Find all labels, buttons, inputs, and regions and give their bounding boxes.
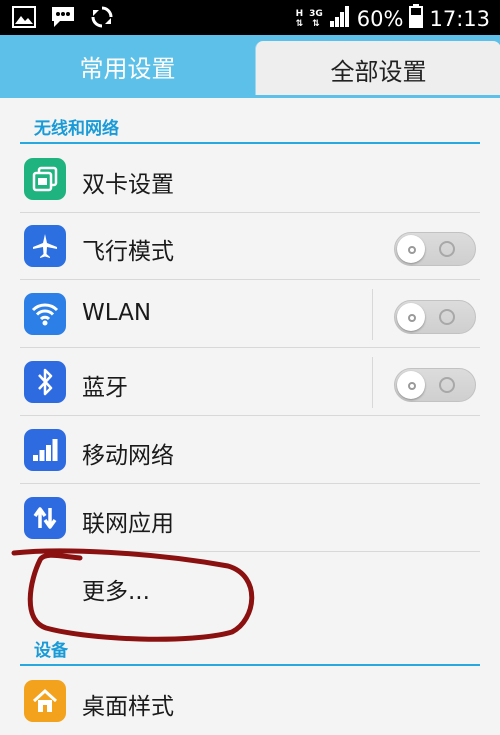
list-item-dual-sim[interactable]: 双卡设置 xyxy=(20,146,480,213)
item-label: 飞行模式 xyxy=(82,239,174,265)
section-title: 无线和网络 xyxy=(34,119,119,139)
dual-sim-icon xyxy=(24,158,66,200)
tab-label: 全部设置 xyxy=(330,58,427,86)
data-arrows-small-icon-2: ⇅ xyxy=(312,18,320,29)
status-bar: H ⇅ 3G ⇅ 60% 17:13 xyxy=(0,0,500,35)
section-divider xyxy=(20,142,480,144)
toggle-off-indicator xyxy=(439,309,455,325)
wifi-icon xyxy=(24,293,66,335)
message-icon xyxy=(50,5,76,33)
item-label: 蓝牙 xyxy=(82,375,128,401)
item-label: 联网应用 xyxy=(82,511,174,537)
section-wireless-network: 无线和网络 xyxy=(20,104,480,144)
vertical-separator xyxy=(372,357,373,408)
home-icon xyxy=(24,680,66,722)
item-label: 移动网络 xyxy=(82,443,174,469)
divider xyxy=(20,415,480,416)
network-type-h: H xyxy=(295,8,304,19)
toggle-off-indicator xyxy=(439,377,455,393)
sync-icon xyxy=(90,5,114,33)
toggle-knob xyxy=(397,371,425,399)
battery-percent: 60% xyxy=(356,6,404,31)
list-item-mobile-network[interactable]: 移动网络 xyxy=(20,417,480,484)
section-device: 设备 xyxy=(20,626,480,666)
signal-bars-icon xyxy=(24,429,66,471)
data-arrows-icon xyxy=(24,497,66,539)
clock: 17:13 xyxy=(429,6,490,31)
airplane-icon xyxy=(24,225,66,267)
tab-common-settings[interactable]: 常用设置 xyxy=(0,35,255,98)
bluetooth-icon xyxy=(24,361,66,403)
battery-icon xyxy=(409,4,424,33)
vertical-separator xyxy=(372,289,373,340)
section-title: 设备 xyxy=(34,641,68,661)
divider xyxy=(20,279,480,280)
wlan-toggle[interactable] xyxy=(394,300,476,334)
tab-underline xyxy=(0,95,500,98)
list-item-airplane-mode[interactable]: 飞行模式 xyxy=(20,213,480,280)
list-item-bluetooth[interactable]: 蓝牙 xyxy=(20,349,480,416)
tab-label: 常用设置 xyxy=(79,55,176,83)
divider xyxy=(20,347,480,348)
tab-bar: 常用设置 全部设置 xyxy=(0,35,500,98)
toggle-off-indicator xyxy=(439,241,455,257)
toggle-knob xyxy=(397,235,425,263)
item-label: WLAN xyxy=(82,300,152,326)
section-divider xyxy=(20,664,480,666)
list-item-wlan[interactable]: WLAN xyxy=(20,281,480,348)
bluetooth-toggle[interactable] xyxy=(394,368,476,402)
airplane-mode-toggle[interactable] xyxy=(394,232,476,266)
signal-icon xyxy=(329,5,351,32)
item-label: 桌面样式 xyxy=(82,694,174,720)
tab-all-settings[interactable]: 全部设置 xyxy=(255,41,500,98)
list-item-desktop-style[interactable]: 桌面样式 xyxy=(20,668,480,735)
image-icon xyxy=(12,6,36,32)
toggle-knob xyxy=(397,303,425,331)
network-type-3g: 3G xyxy=(309,8,323,19)
divider xyxy=(20,483,480,484)
data-arrows-small-icon: ⇅ xyxy=(295,18,304,29)
item-label: 双卡设置 xyxy=(82,172,174,198)
